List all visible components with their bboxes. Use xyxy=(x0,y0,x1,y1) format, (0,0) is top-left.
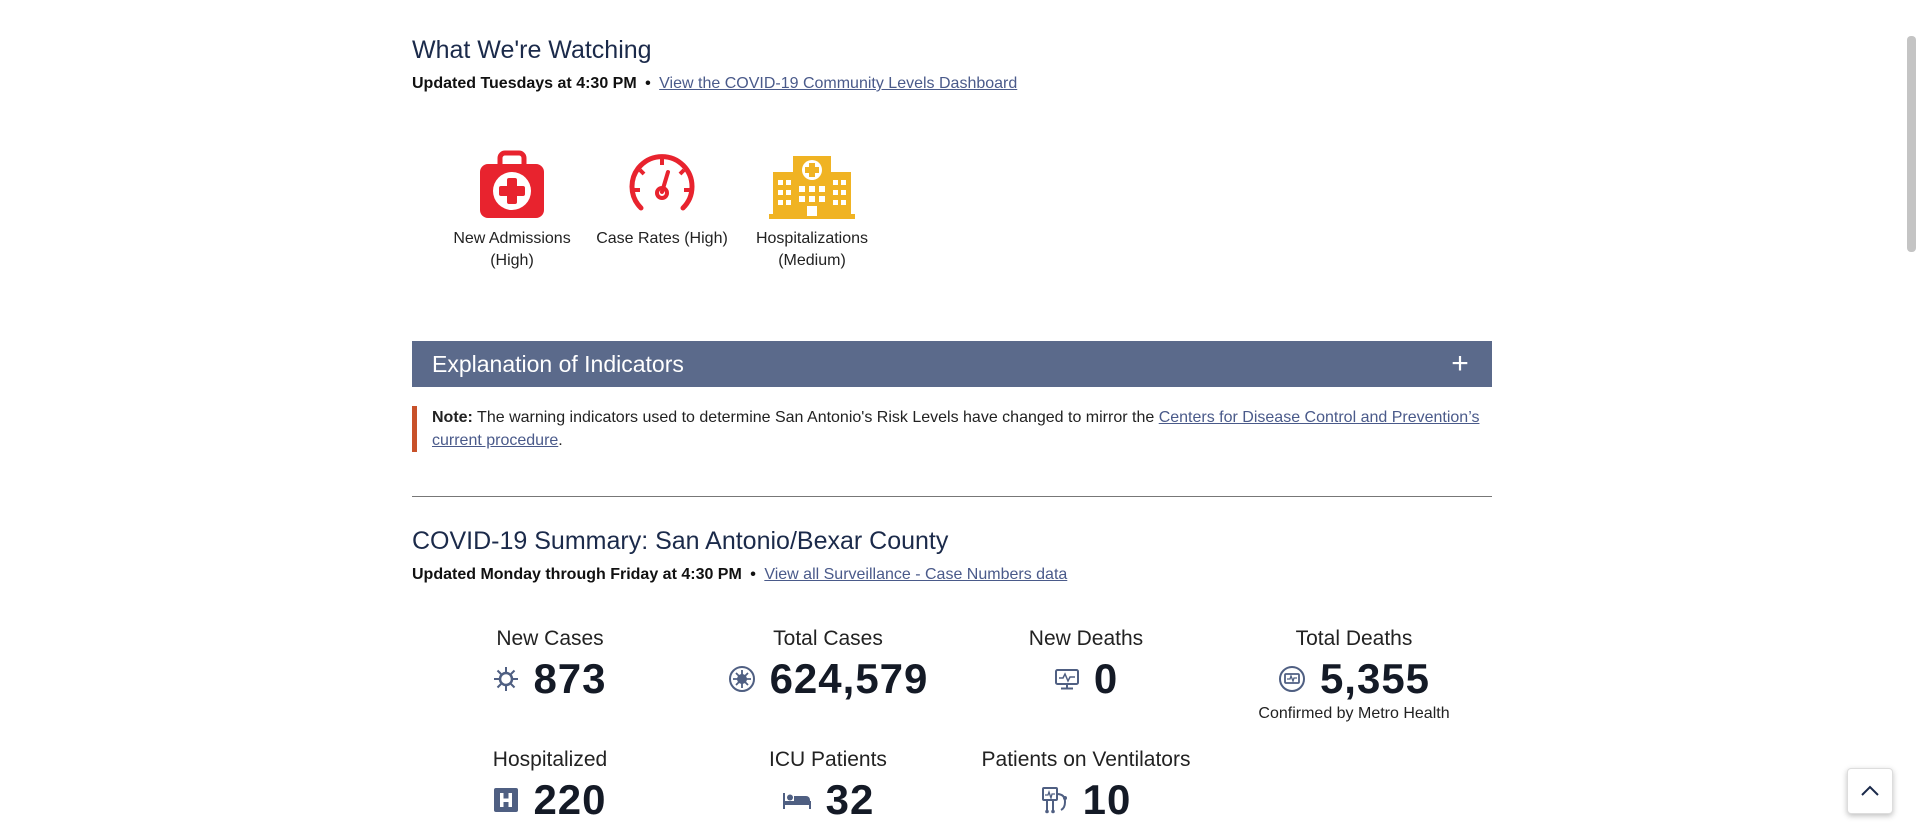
stat-value: 10 xyxy=(1082,776,1132,823)
stat-value: 32 xyxy=(825,776,875,823)
hospital-h-icon xyxy=(494,788,519,812)
stat-ventilators: Patients on Ventilators 10 xyxy=(966,748,1206,824)
first-aid-kit-icon xyxy=(480,150,544,218)
summary-updated-text: Updated Monday through Friday at 4:30 PM xyxy=(412,566,742,583)
stat-hospitalized: Hospitalized 220 xyxy=(430,748,670,824)
chevron-up-icon xyxy=(1861,785,1879,796)
virus-circle-icon xyxy=(728,666,755,692)
community-levels-dashboard-link[interactable]: View the COVID-19 Community Levels Dashb… xyxy=(659,75,1017,92)
separator-dot: • xyxy=(750,566,756,583)
scrollbar-thumb[interactable] xyxy=(1907,36,1916,252)
explanation-accordion-header[interactable]: Explanation of Indicators + xyxy=(412,341,1492,387)
hospital-building-icon xyxy=(769,156,855,219)
section-title-watching: What We're Watching xyxy=(412,36,652,64)
indicator-label: New Admissions (High) xyxy=(453,230,571,269)
section-divider xyxy=(412,496,1492,497)
expand-plus-icon[interactable]: + xyxy=(1448,347,1472,381)
indicator-case-rates: Case Rates (High) xyxy=(587,150,737,272)
stat-value: 220 xyxy=(533,776,607,823)
stat-value: 873 xyxy=(533,655,607,702)
stat-label: Patients on Ventilators xyxy=(981,748,1191,771)
risk-level-note: Note: The warning indicators used to det… xyxy=(412,406,1492,452)
watching-updated-text: Updated Tuesdays at 4:30 PM xyxy=(412,75,637,92)
stat-label: ICU Patients xyxy=(769,748,887,771)
virus-icon xyxy=(494,667,519,691)
separator-dot: • xyxy=(645,75,651,92)
page-scrollbar[interactable] xyxy=(1903,0,1920,835)
watching-updated-line: Updated Tuesdays at 4:30 PM • View the C… xyxy=(412,75,1017,93)
monitor-circle-icon xyxy=(1278,666,1305,692)
monitor-icon xyxy=(1054,669,1079,690)
stat-new-cases: New Cases 873 xyxy=(430,627,670,703)
indicator-hospitalizations: Hospitalizations (Medium) xyxy=(737,150,887,272)
stat-label: New Deaths xyxy=(1028,627,1144,650)
note-end: . xyxy=(558,432,563,449)
stat-total-cases: Total Cases 624,579 xyxy=(698,627,958,703)
summary-updated-line: Updated Monday through Friday at 4:30 PM… xyxy=(412,566,1067,584)
note-text: The warning indicators used to determine… xyxy=(472,409,1159,426)
indicator-list: New Admissions (High) Case Rates (High) xyxy=(437,150,887,272)
back-to-top-button[interactable] xyxy=(1847,768,1893,814)
section-title-summary: COVID-19 Summary: San Antonio/Bexar Coun… xyxy=(412,527,949,555)
stat-label: Hospitalized xyxy=(492,748,608,771)
stat-value: 0 xyxy=(1093,655,1119,702)
note-label: Note: xyxy=(432,409,473,426)
indicator-new-admissions: New Admissions (High) xyxy=(437,150,587,272)
ventilator-icon xyxy=(1041,787,1067,814)
stat-label: Total Cases xyxy=(773,627,883,650)
stat-footnote: Confirmed by Metro Health xyxy=(1258,705,1450,722)
stat-value: 5,355 xyxy=(1319,655,1431,702)
surveillance-data-link[interactable]: View all Surveillance - Case Numbers dat… xyxy=(764,566,1067,583)
hospital-bed-icon xyxy=(782,793,811,809)
stat-total-deaths: Total Deaths 5,355 Confirmed by Metro He… xyxy=(1234,627,1474,723)
stat-new-deaths: New Deaths 0 xyxy=(966,627,1206,703)
stat-label: New Cases xyxy=(496,627,604,650)
accordion-title: Explanation of Indicators xyxy=(432,350,684,377)
indicator-label: Hospitalizations (Medium) xyxy=(755,230,869,269)
stat-icu-patients: ICU Patients 32 xyxy=(698,748,958,824)
speedometer-icon xyxy=(629,154,695,211)
stat-label: Total Deaths xyxy=(1295,627,1413,650)
indicator-label: Case Rates (High) xyxy=(596,230,728,247)
stat-value: 624,579 xyxy=(769,655,929,702)
